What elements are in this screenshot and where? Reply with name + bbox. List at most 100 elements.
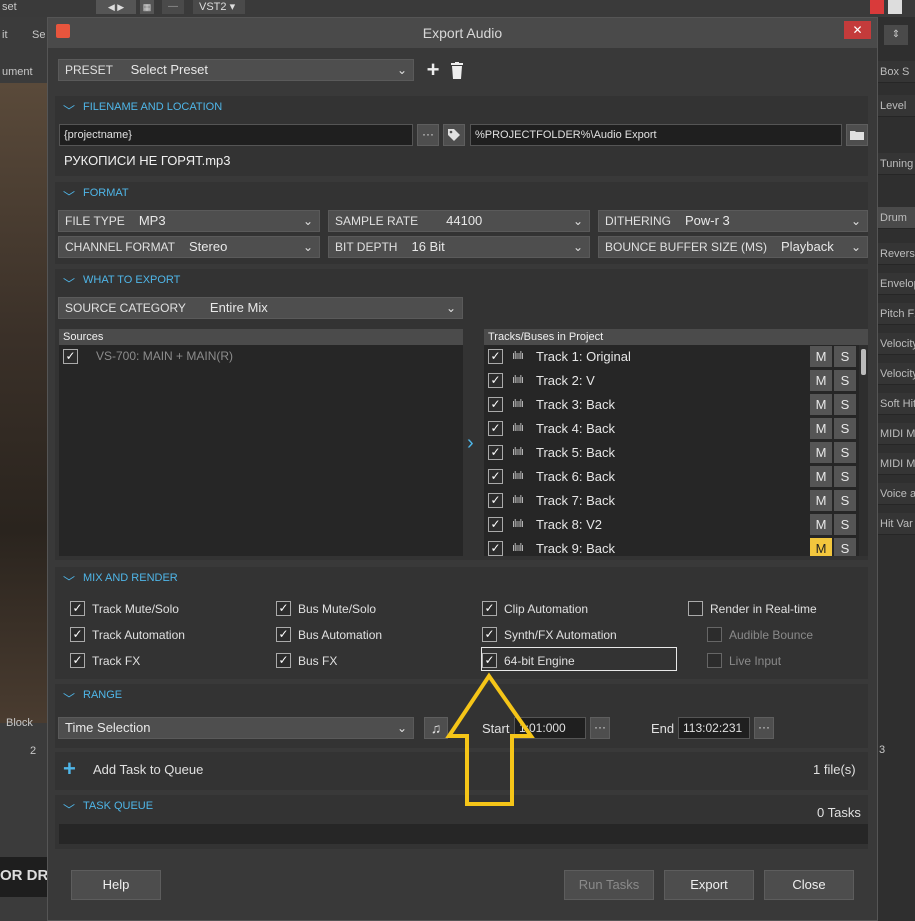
list-item[interactable]: ✓ VS-700: MAIN + MAIN(R) [59,345,463,369]
option-checkbox[interactable]: ✓ [482,627,497,642]
option-checkbox[interactable]: ✓ [482,601,497,616]
close-icon[interactable]: ✕ [844,21,871,39]
source-category-label: SOURCE CATEGORY [65,301,186,315]
tracks-scrollbar[interactable] [859,345,868,556]
end-label: End [651,721,675,736]
filename-pattern-field[interactable]: {projectname} [59,124,413,146]
mute-button[interactable]: M [810,418,832,439]
file-type-dropdown[interactable]: FILE TYPE MP3 ⌄ [58,210,320,232]
option-checkbox[interactable]: ✓ [70,601,85,616]
solo-button[interactable]: S [834,538,856,556]
dithering-value: Pow-r 3 [685,213,730,228]
option-checkbox[interactable]: ✓ [276,653,291,668]
table-row[interactable]: ✓ ılıılı Track 7: Back M S [484,489,868,513]
dialog-titlebar[interactable]: Export Audio ✕ [48,18,877,48]
bg-right-item: Hit Var [878,513,915,535]
bg-instrument-image [0,83,47,723]
table-row[interactable]: ✓ ılıılı Track 5: Back M S [484,441,868,465]
preset-dropdown[interactable]: PRESET Select Preset ⌄ [58,59,414,81]
solo-button[interactable]: S [834,346,856,367]
bg-left-item: it [2,29,8,41]
what-to-export-header[interactable]: ﹀ WHAT TO EXPORT [55,269,868,291]
mute-button[interactable]: M [810,514,832,535]
mute-button[interactable]: M [810,442,832,463]
channel-format-dropdown[interactable]: CHANNEL FORMAT Stereo ⌄ [58,236,320,258]
start-more-button[interactable]: ··· [590,717,610,739]
mute-button[interactable]: M [810,538,832,556]
table-row[interactable]: ✓ ılıılı Track 2: V MS [484,369,868,393]
solo-button[interactable]: S [834,394,856,415]
solo-button[interactable]: S [834,490,856,511]
dithering-dropdown[interactable]: DITHERING Pow-r 3 ⌄ [598,210,868,232]
end-more-button[interactable]: ··· [754,717,774,739]
source-checkbox[interactable]: ✓ [63,349,78,364]
option-label: Track Automation [92,628,185,642]
track-checkbox[interactable]: ✓ [488,445,503,460]
folder-icon [850,131,864,140]
sample-rate-dropdown[interactable]: SAMPLE RATE 44100 ⌄ [328,210,590,232]
track-checkbox[interactable]: ✓ [488,397,503,412]
filename-more-button[interactable]: ··· [417,124,439,146]
option-checkbox[interactable] [688,601,703,616]
track-checkbox[interactable]: ✓ [488,493,503,508]
mute-button[interactable]: M [810,490,832,511]
solo-button[interactable]: S [834,370,856,391]
scrollbar-thumb[interactable] [861,349,866,375]
source-category-dropdown[interactable]: SOURCE CATEGORY Entire Mix ⌄ [58,297,463,319]
close-button[interactable]: Close [764,870,854,900]
solo-button[interactable]: S [834,466,856,487]
track-checkbox[interactable]: ✓ [488,349,503,364]
run-tasks-button[interactable]: Run Tasks [564,870,654,900]
mix-and-render-header[interactable]: ﹀ MIX AND RENDER [55,567,868,589]
table-row[interactable]: ✓ ılıılı Track 4: Back M S [484,417,868,441]
table-row[interactable]: ✓ ılıılı Track 9: Back M S [484,537,868,556]
bg-right-item: Envelop [878,273,915,295]
option-checkbox[interactable]: ✓ [70,627,85,642]
table-row[interactable]: ✓ ılıılı Track 3: Back M S [484,393,868,417]
delete-preset-icon[interactable] [450,62,464,80]
bg-right-item: Velocity [878,333,915,355]
solo-button[interactable]: S [834,418,856,439]
mute-button[interactable]: M [810,394,832,415]
format-section-header[interactable]: ﹀ FORMAT [55,182,868,204]
sources-header: Sources [59,329,463,345]
table-row[interactable]: ✓ ılıılı Track 6: Back M S [484,465,868,489]
export-button[interactable]: Export [664,870,754,900]
mute-button[interactable]: M [810,466,832,487]
add-task-to-queue-button[interactable]: Add Task to Queue [93,762,203,777]
mute-button[interactable]: M [810,370,832,391]
add-to-selection-chevron-icon[interactable]: › [467,432,481,454]
track-checkbox[interactable]: ✓ [488,421,503,436]
task-count: 0 Tasks [817,805,861,820]
add-task-plus-icon[interactable]: + [63,756,76,782]
filename-section-header[interactable]: ﹀ FILENAME AND LOCATION [55,96,868,118]
bg-right-item: Drum [878,207,915,229]
track-checkbox[interactable]: ✓ [488,541,503,556]
task-queue-title: TASK QUEUE [83,800,154,812]
option-label: Clip Automation [504,602,589,616]
mute-button[interactable]: M [810,346,832,367]
help-button[interactable]: Help [71,870,161,900]
end-time-field[interactable]: 113:02:231 [678,717,750,739]
solo-button[interactable]: S [834,514,856,535]
bg-right-item: Voice a [878,483,915,505]
track-checkbox[interactable]: ✓ [488,373,503,388]
bounce-buffer-dropdown[interactable]: BOUNCE BUFFER SIZE (MS) Playback ⌄ [598,236,868,258]
option-checkbox[interactable]: ✓ [70,653,85,668]
export-path-field[interactable]: %PROJECTFOLDER%\Audio Export [470,124,842,146]
option-checkbox[interactable]: ✓ [276,601,291,616]
tag-button[interactable] [443,124,465,146]
chevron-down-icon: ⌄ [302,240,313,254]
browse-folder-button[interactable] [846,124,868,146]
option-label: Live Input [729,654,782,668]
track-checkbox[interactable]: ✓ [488,517,503,532]
table-row[interactable]: ✓ ılıılı Track 8: V2 M S [484,513,868,537]
option-checkbox[interactable]: ✓ [276,627,291,642]
bit-depth-dropdown[interactable]: BIT DEPTH 16 Bit ⌄ [328,236,590,258]
solo-button[interactable]: S [834,442,856,463]
table-row[interactable]: ✓ ılıılı Track 1: Original M S [484,345,868,369]
track-checkbox[interactable]: ✓ [488,469,503,484]
range-dropdown[interactable]: Time Selection ⌄ [58,717,414,739]
add-preset-icon[interactable]: + [424,59,442,81]
track-name: Track 6: Back [536,469,615,484]
